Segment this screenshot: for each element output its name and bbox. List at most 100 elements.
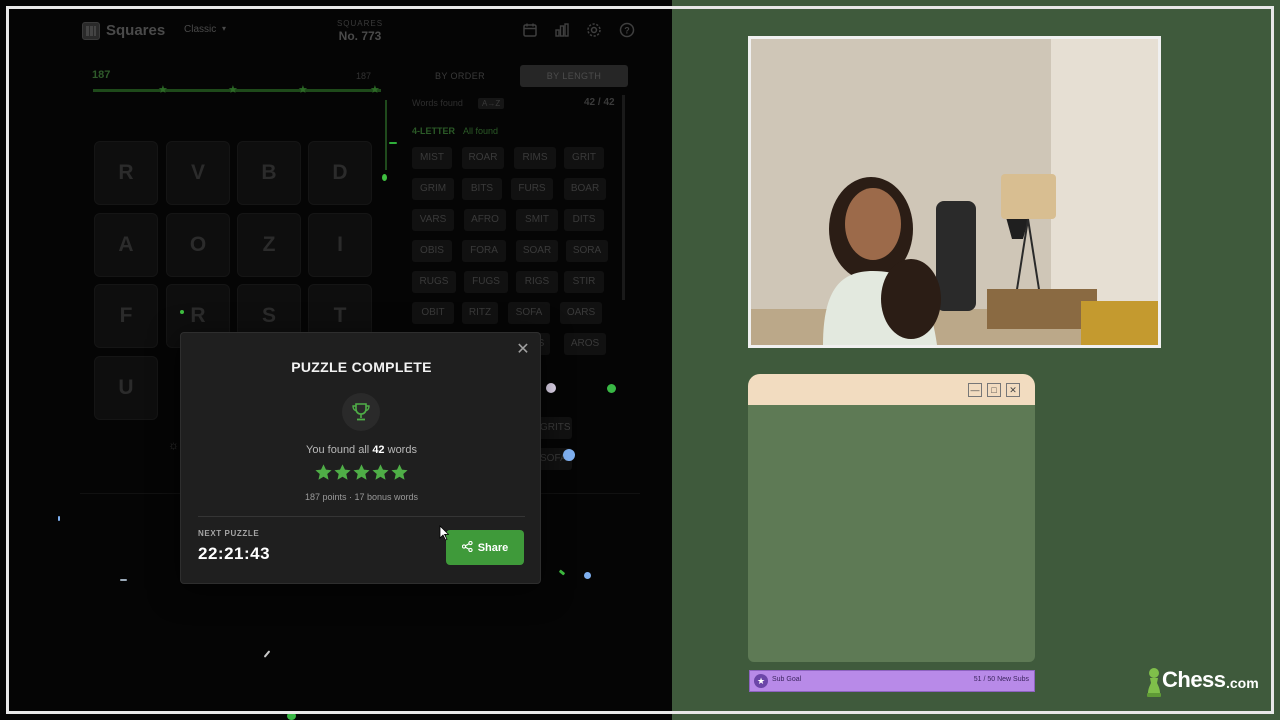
word-chip: OARS <box>560 302 602 324</box>
game-topbar: Squares Classic ▾ SQUARES No. 773 ? <box>0 14 672 50</box>
confetti-piece <box>546 383 556 393</box>
share-label: Share <box>477 541 509 554</box>
trophy-icon <box>342 393 380 431</box>
letter-tile[interactable]: B <box>237 141 301 205</box>
squares-game-panel: Squares Classic ▾ SQUARES No. 773 ? 187 … <box>0 0 672 720</box>
word-chip: SOFA <box>508 302 550 324</box>
confetti-piece <box>607 384 616 393</box>
chess-logo-suffix: .com <box>1226 675 1259 691</box>
progress-star-icon: ★ <box>370 84 380 96</box>
word-count: 42 / 42 <box>584 97 615 108</box>
letter-tile[interactable]: Z <box>237 213 301 277</box>
found-summary: You found all 42 words <box>181 444 542 456</box>
grid-divider <box>385 100 387 170</box>
dialog-divider <box>198 516 525 517</box>
word-chip: AROS <box>564 333 606 355</box>
word-chip: BOAR <box>564 178 606 200</box>
stream-layout: Squares Classic ▾ SQUARES No. 773 ? 187 … <box>0 0 1280 720</box>
chevron-down-icon: ▾ <box>222 24 227 33</box>
maximize-icon[interactable]: □ <box>987 383 1001 397</box>
star-badge-icon: ★ <box>754 674 768 688</box>
pawn-icon <box>1147 668 1161 697</box>
word-chip: FUGS <box>464 271 508 293</box>
lightbulb-icon[interactable]: ☼ <box>168 438 179 452</box>
share-button[interactable]: Share <box>446 530 524 565</box>
share-icon <box>461 540 473 555</box>
section-status: All found <box>463 126 499 136</box>
next-puzzle-label: NEXT PUZZLE <box>198 529 260 538</box>
confetti-piece <box>558 569 566 576</box>
letter-tile[interactable]: V <box>166 141 230 205</box>
word-chip: RUGS <box>412 271 456 293</box>
calendar-icon[interactable] <box>522 22 538 38</box>
gear-icon[interactable] <box>586 22 602 38</box>
rating-star-icon <box>372 464 389 480</box>
word-chip: BITS <box>462 178 502 200</box>
confetti-piece <box>382 174 387 181</box>
chat-titlebar: — □ ✕ <box>748 374 1035 405</box>
word-chip: GRIT <box>564 147 604 169</box>
rating-star-icon <box>353 464 370 480</box>
letter-tile[interactable]: I <box>308 213 372 277</box>
word-chip: ROAR <box>462 147 504 169</box>
star-rating <box>181 463 542 487</box>
tab-by-order[interactable]: BY ORDER <box>405 65 515 87</box>
confetti-piece <box>287 712 296 720</box>
stats-icon[interactable] <box>554 22 570 38</box>
sub-goal-label: Sub Goal <box>772 676 802 683</box>
word-chip: GRITS <box>538 417 572 439</box>
minimize-icon[interactable]: — <box>968 383 982 397</box>
confetti-piece <box>180 310 184 314</box>
chat-window: — □ ✕ <box>748 374 1035 662</box>
confetti-piece <box>58 516 60 521</box>
letter-tile[interactable]: F <box>94 284 158 348</box>
word-chip: RIMS <box>514 147 556 169</box>
word-chip: SMIT <box>516 209 558 231</box>
close-icon[interactable]: ✕ <box>515 341 531 359</box>
sort-toggle[interactable]: A→Z <box>478 98 505 109</box>
section-heading: 4-LETTER <box>412 126 456 136</box>
word-chip: OBIT <box>412 302 454 324</box>
word-list-tabs: BY ORDER BY LENGTH <box>405 65 628 87</box>
puzzle-label: SQUARES <box>336 19 384 28</box>
webcam-feed <box>748 36 1161 348</box>
confetti-piece <box>563 449 575 461</box>
letter-tile[interactable]: U <box>94 356 158 420</box>
dialog-title: PUZZLE COMPLETE <box>291 359 432 375</box>
word-chip: RIGS <box>516 271 558 293</box>
close-icon[interactable]: ✕ <box>1006 383 1020 397</box>
mode-dropdown[interactable]: Classic <box>184 24 216 35</box>
puzzle-complete-dialog: ✕ PUZZLE COMPLETE You found all 42 words… <box>180 332 541 584</box>
letter-tile[interactable]: A <box>94 213 158 277</box>
word-chip: FURS <box>511 178 553 200</box>
word-chip: SOAR <box>516 240 558 262</box>
letter-tile[interactable]: R <box>94 141 158 205</box>
letter-tile[interactable]: D <box>308 141 372 205</box>
letter-tile[interactable]: O <box>166 213 230 277</box>
word-chip: MIST <box>412 147 452 169</box>
word-chip: STIR <box>564 271 604 293</box>
words-found-label: Words found <box>412 98 463 108</box>
squares-logo-icon <box>82 22 100 40</box>
chess-logo-word: Chess <box>1162 667 1226 692</box>
help-icon[interactable]: ? <box>619 22 635 38</box>
brand-name: Squares <box>106 22 166 39</box>
found-suffix: words <box>387 444 417 456</box>
score-max: 187 <box>356 71 372 81</box>
rating-star-icon <box>315 464 332 480</box>
puzzle-number: No. 773 <box>338 29 382 43</box>
word-chip: DITS <box>564 209 604 231</box>
word-chip: GRIM <box>412 178 454 200</box>
word-chip: VARS <box>412 209 454 231</box>
confetti-piece <box>584 572 591 579</box>
progress-star-icon: ★ <box>228 84 238 96</box>
tab-by-length[interactable]: BY LENGTH <box>520 65 628 87</box>
next-puzzle-countdown: 22:21:43 <box>198 544 271 563</box>
word-list-scrollbar[interactable] <box>622 95 625 300</box>
mouse-cursor-icon <box>439 525 450 546</box>
progress-star-icon: ★ <box>158 84 168 96</box>
word-chip: RITZ <box>462 302 498 324</box>
word-chip: SORA <box>566 240 608 262</box>
confetti-piece <box>389 142 397 144</box>
sub-goal-count: 51 / 50 New Subs <box>973 676 1029 683</box>
